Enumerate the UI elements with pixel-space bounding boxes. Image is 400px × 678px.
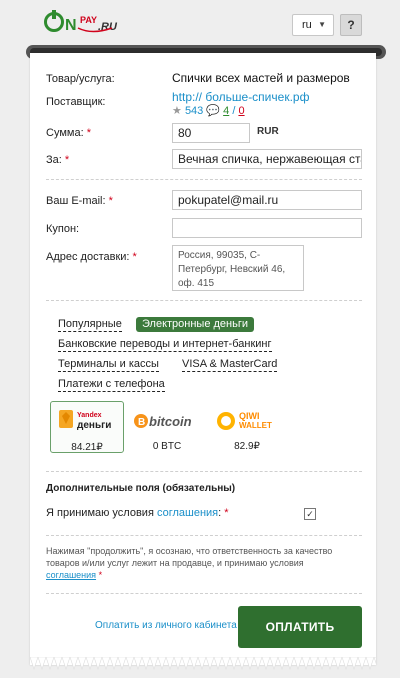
address-label: Адрес доставки: * (46, 251, 137, 263)
pay-option-yandex-money[interactable]: Yandex деньги 84.21₽ (50, 401, 124, 453)
yandex-money-logo: Yandex деньги (59, 410, 111, 431)
yandex-brand-big: деньги (77, 420, 111, 431)
bitcoin-logo: B bitcoin (134, 414, 192, 429)
agree-suffix: : (218, 507, 222, 519)
product-value: Спички всех мастей и размеров (172, 71, 350, 85)
email-label-text: Ваш E-mail: (46, 195, 106, 207)
pay-option-amount: 82.9₽ (234, 441, 260, 452)
svg-text:B: B (138, 417, 145, 428)
pay-button[interactable]: ОПЛАТИТЬ (238, 606, 362, 648)
supplier-positive-reviews[interactable]: 4 (223, 105, 229, 117)
currency-label: RUR (257, 126, 279, 137)
pay-option-amount: 84.21₽ (71, 442, 103, 453)
pay-from-cabinet-link[interactable]: Оплатить из личного кабинета (95, 620, 237, 631)
required-mark: * (98, 570, 103, 580)
payment-form: Товар/услуга: Спички всех мастей и разме… (30, 53, 376, 665)
address-field[interactable]: Россия, 99035, С-Петербург, Невский 46, … (172, 245, 304, 291)
divider (46, 471, 362, 472)
header: N PAY .RU ru ▼ ? (0, 0, 400, 48)
for-field[interactable]: Вечная спичка, нержавеющая сталь (172, 149, 362, 169)
bitcoin-wordmark: bitcoin (149, 414, 192, 429)
supplier-rating: 543 (184, 105, 204, 117)
supplier-label: Поставщик: (46, 96, 106, 108)
agreement-link[interactable]: соглашения (157, 507, 218, 519)
email-field[interactable]: pokupatel@mail.ru (172, 190, 362, 210)
notice-body: Нажимая "продолжить", я осознаю, что отв… (46, 546, 333, 568)
pay-option-bitcoin[interactable]: B bitcoin 0 BTC (130, 401, 204, 453)
required-mark: * (86, 127, 91, 139)
address-label-text: Адрес доставки: (46, 251, 130, 263)
divider (46, 179, 362, 180)
product-label: Товар/услуга: (46, 73, 115, 85)
language-select[interactable]: ru ▼ (292, 14, 334, 36)
amount-field[interactable]: 80 (172, 123, 250, 143)
svg-text:PAY: PAY (80, 15, 97, 25)
divider (46, 535, 362, 536)
onpay-logo[interactable]: N PAY .RU (42, 8, 132, 40)
help-button[interactable]: ? (340, 14, 362, 36)
tab-phone-payments[interactable]: Платежи с телефона (58, 378, 165, 392)
svg-text:N: N (65, 17, 77, 34)
for-label-text: За: (46, 154, 62, 166)
tab-e-money[interactable]: Электронные деньги (136, 317, 255, 332)
yandex-brand-small: Yandex (77, 412, 102, 419)
receipt-torn-edge (30, 657, 376, 670)
for-label: За: * (46, 154, 69, 166)
notice-text: Нажимая "продолжить", я осознаю, что отв… (46, 545, 356, 581)
required-mark: * (108, 195, 113, 207)
amount-label: Сумма: * (46, 127, 91, 139)
coupon-label: Купон: (46, 223, 80, 235)
email-label: Ваш E-mail: * (46, 195, 113, 207)
pay-option-amount: 0 BTC (152, 441, 182, 452)
required-mark: * (224, 507, 229, 519)
extra-fields-title: Дополнительные поля (обязательны) (46, 483, 236, 494)
notice-agreement-link[interactable]: соглашения (46, 570, 96, 580)
amount-label-text: Сумма: (46, 127, 84, 139)
language-select-value: ru (302, 19, 312, 31)
agree-text: Я принимаю условия соглашения: * (46, 507, 229, 519)
agree-prefix: Я принимаю условия (46, 507, 157, 519)
supplier-negative-reviews[interactable]: 0 (238, 105, 244, 117)
required-mark: * (64, 154, 70, 166)
star-icon: ★ (172, 105, 182, 117)
tab-popular[interactable]: Популярные (58, 318, 122, 332)
stats-separator: / (232, 105, 236, 117)
chevron-down-icon: ▼ (318, 20, 326, 29)
divider (46, 300, 362, 301)
pay-option-qiwi[interactable]: QIWI WALLET 82.9₽ (210, 401, 284, 453)
qiwi-wallet-logo: QIWI WALLET (217, 411, 272, 430)
comment-icon: 💬 (206, 105, 221, 117)
agree-checkbox[interactable]: ✓ (304, 508, 316, 520)
tab-terminals[interactable]: Терминалы и кассы (58, 358, 159, 372)
tab-visa-mastercard[interactable]: VISA & MasterCard (182, 358, 278, 372)
svg-text:WALLET: WALLET (239, 421, 272, 430)
required-mark: * (132, 251, 137, 263)
svg-text:QIWI: QIWI (239, 411, 260, 421)
divider (46, 593, 362, 594)
supplier-link[interactable]: http:// больше-спичек.рф (172, 90, 309, 104)
check-icon: ✓ (306, 509, 314, 519)
tab-bank-transfers[interactable]: Банковские переводы и интернет-банкинг (58, 338, 272, 352)
coupon-field[interactable] (172, 218, 362, 238)
supplier-stats: ★ 543 💬 4 / 0 (172, 104, 245, 117)
